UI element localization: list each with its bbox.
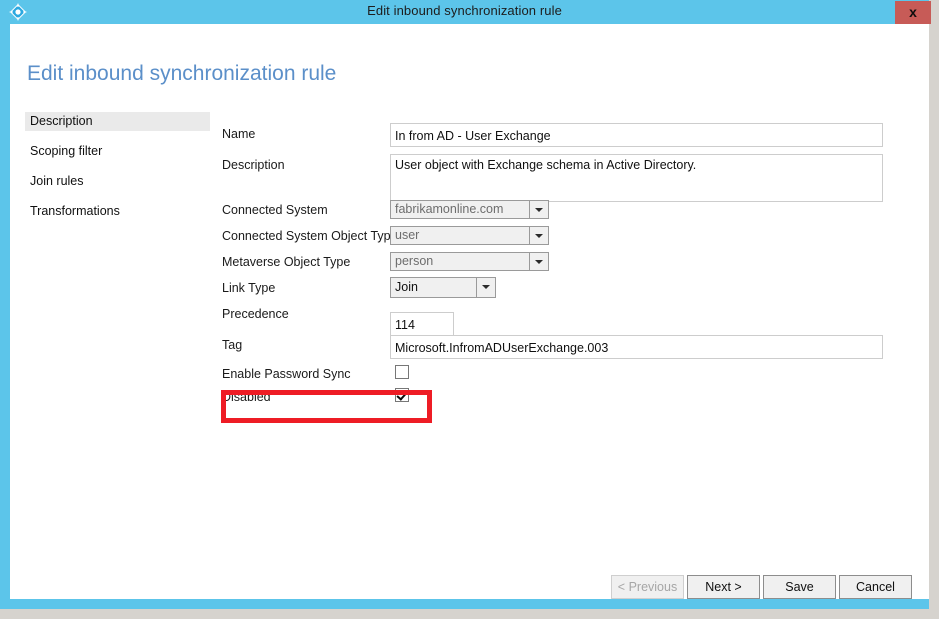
save-button[interactable]: Save [763,575,836,599]
link-type-value: Join [395,280,418,294]
description-form: Name Description User object with Exchan… [10,24,929,599]
chevron-down-icon[interactable] [529,227,548,244]
close-icon[interactable]: x [895,1,931,24]
next-button[interactable]: Next > [687,575,760,599]
chevron-down-icon[interactable] [476,278,495,297]
dialog-client-area: Edit inbound synchronization rule Descri… [10,24,929,599]
enable-password-sync-label: Enable Password Sync [222,367,351,381]
previous-button[interactable]: < Previous [611,575,684,599]
disabled-checkbox[interactable] [395,388,409,402]
window-title: Edit inbound synchronization rule [0,3,929,18]
metaverse-object-type-dropdown[interactable]: person [390,252,549,271]
name-label: Name [222,127,255,141]
cancel-button[interactable]: Cancel [839,575,912,599]
connected-system-label: Connected System [222,203,328,217]
enable-password-sync-checkbox[interactable] [395,365,409,379]
description-textarea[interactable]: User object with Exchange schema in Acti… [390,154,883,202]
title-bar: Edit inbound synchronization rule x [0,0,929,24]
tag-label: Tag [222,338,242,352]
connected-system-value: fabrikamonline.com [395,202,503,216]
link-type-label: Link Type [222,281,275,295]
tag-input[interactable] [390,335,883,359]
precedence-input[interactable] [390,312,454,336]
connected-system-object-type-value: user [395,228,419,242]
chevron-down-icon[interactable] [529,201,548,218]
disabled-label: Disabled [222,390,271,404]
precedence-label: Precedence [222,307,289,321]
connected-system-dropdown[interactable]: fabrikamonline.com [390,200,549,219]
metaverse-object-type-value: person [395,254,433,268]
connected-system-object-type-dropdown[interactable]: user [390,226,549,245]
dialog-window: Edit inbound synchronization rule x Edit… [0,0,929,609]
metaverse-object-type-label: Metaverse Object Type [222,255,350,269]
description-label: Description [222,158,285,172]
chevron-down-icon[interactable] [529,253,548,270]
link-type-dropdown[interactable]: Join [390,277,496,298]
name-input[interactable] [390,123,883,147]
connected-system-object-type-label: Connected System Object Type [222,229,398,243]
